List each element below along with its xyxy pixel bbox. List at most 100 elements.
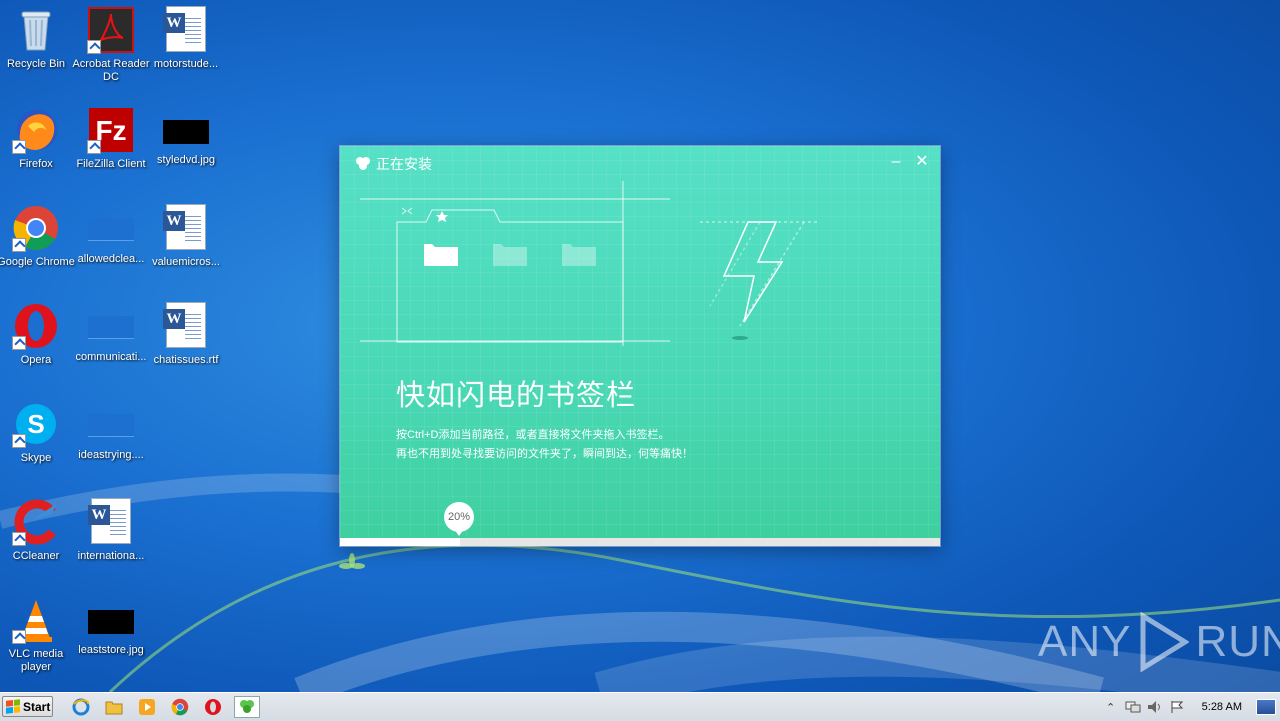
desktop-icon-filezilla[interactable]: Fz FileZilla Client [72, 106, 150, 171]
close-button[interactable]: ✕ [912, 152, 932, 172]
firefox-icon [12, 106, 60, 154]
installer-window: 正在安装 – ✕ 快如闪电的书签栏 按Ctrl+D添加当前路径，或者直接将文件夹… [340, 146, 940, 546]
desktop-icon-label: motorstude... [153, 58, 219, 70]
chrome-icon [12, 204, 60, 252]
description-line-1: 按Ctrl+D添加当前路径，或者直接将文件夹拖入书签栏。 [396, 429, 670, 441]
taskbar-chrome[interactable] [167, 696, 193, 718]
taskbar-installer[interactable] [234, 696, 260, 718]
desktop-icon-valuemicros[interactable]: W valuemicros... [147, 204, 225, 269]
network-icon[interactable] [1122, 696, 1144, 718]
desktop-icon-allowedclea[interactable]: allowedclea... [72, 204, 150, 266]
description-line-2: 再也不用到处寻找要访问的文件夹了，瞬间到达，何等痛快！ [396, 448, 693, 460]
shortcut-arrow-icon [12, 238, 26, 252]
clover-logo-icon [240, 700, 254, 713]
desktop-icon-vlc[interactable]: VLC media player [0, 596, 75, 674]
desktop-icon-label: ideastrying.... [78, 449, 144, 461]
desktop-icon-label: leaststore.jpg [78, 644, 144, 656]
desktop-icon-google-chrome[interactable]: Google Chrome [0, 204, 75, 269]
image-file-icon [88, 610, 134, 634]
shortcut-arrow-icon [87, 40, 101, 54]
lightning-icon [700, 221, 820, 327]
chrome-icon [171, 698, 189, 716]
action-center-flag-icon[interactable] [1166, 696, 1188, 718]
desktop-icon-leaststore[interactable]: leaststore.jpg [72, 596, 150, 657]
desktop-icon-label: chatissues.rtf [153, 354, 219, 366]
folder-icon [105, 701, 123, 715]
watermark-left: ANY [1038, 617, 1132, 666]
taskbar-opera[interactable] [200, 696, 226, 718]
desktop-icon-label: styledvd.jpg [156, 154, 216, 166]
image-file-icon [88, 316, 134, 339]
desktop-icon-label: Google Chrome [0, 256, 75, 268]
skype-icon: S [12, 400, 60, 448]
start-label: Start [23, 699, 51, 714]
desktop-icon-styledvd[interactable]: styledvd.jpg [147, 106, 225, 167]
desktop-icon-label: VLC media player [8, 648, 64, 673]
desktop-icon-label: Acrobat Reader DC [72, 58, 150, 83]
illustration-folder-window [360, 181, 820, 346]
desktop-icon-internationa[interactable]: W internationa... [72, 498, 150, 563]
desktop-icon-label: Recycle Bin [6, 58, 66, 70]
desktop-icon-chatissues[interactable]: W chatissues.rtf [147, 302, 225, 367]
recycle-bin-icon [12, 6, 60, 54]
taskbar-clock[interactable]: 5:28 AM [1202, 701, 1242, 713]
desktop-icon-communicati[interactable]: communicati... [72, 302, 150, 364]
taskbar-media-player[interactable] [134, 696, 160, 718]
desktop-icon-label: internationa... [77, 550, 145, 562]
desktop-icon-opera[interactable]: Opera [0, 302, 75, 367]
svg-text:S: S [27, 409, 44, 439]
word-document-icon: W [162, 6, 210, 54]
desktop-icon-label: allowedclea... [77, 253, 145, 265]
progress-bar [340, 538, 940, 546]
desktop-icon-label: FileZilla Client [76, 158, 146, 170]
desktop-icon-firefox[interactable]: Firefox [0, 106, 75, 171]
ccleaner-icon [12, 498, 60, 546]
star-icon [436, 211, 448, 222]
desktop-icon-label: CCleaner [12, 550, 60, 562]
clover-logo-icon [356, 157, 370, 170]
desktop-icon-acrobat[interactable]: Acrobat Reader DC [72, 6, 150, 84]
opera-icon [205, 699, 221, 715]
installer-headline: 快如闪电的书签栏 [396, 380, 637, 412]
progress-percent-bubble: 20% [444, 502, 474, 536]
taskbar-internet-explorer[interactable] [68, 696, 94, 718]
word-document-icon: W [162, 204, 210, 252]
start-button[interactable]: Start [2, 696, 53, 717]
shortcut-arrow-icon [12, 336, 26, 350]
windows-logo-icon [6, 699, 20, 714]
system-tray: ⌃ 5:28 AM [1100, 693, 1280, 721]
opera-icon [12, 302, 60, 350]
progress-bar-fill [340, 538, 460, 546]
filezilla-icon: Fz [87, 106, 135, 154]
word-document-icon: W [162, 302, 210, 350]
desktop-icon-label: Opera [20, 354, 52, 366]
acrobat-icon [87, 6, 135, 54]
show-desktop-button[interactable] [1256, 699, 1276, 715]
desktop-icon-recycle-bin[interactable]: Recycle Bin [0, 6, 75, 71]
image-file-icon [88, 414, 134, 437]
taskbar-explorer[interactable] [101, 696, 127, 718]
installer-title-bar: 正在安装 [354, 154, 432, 174]
installer-description: 按Ctrl+D添加当前路径，或者直接将文件夹拖入书签栏。 再也不用到处寻找要访问… [396, 426, 693, 464]
installer-title: 正在安装 [376, 156, 432, 172]
anyrun-watermark: ANY RUN [1038, 612, 1280, 672]
desktop-icon-skype[interactable]: S Skype [0, 400, 75, 465]
shortcut-arrow-icon [12, 140, 26, 154]
show-hidden-icons-button[interactable]: ⌃ [1100, 696, 1122, 718]
internet-explorer-icon [72, 698, 90, 716]
vlc-cone-icon [12, 596, 60, 644]
desktop-icon-label: Firefox [19, 158, 53, 170]
image-file-icon [88, 218, 134, 241]
volume-icon[interactable] [1144, 696, 1166, 718]
folder-icons [424, 244, 596, 266]
shortcut-arrow-icon [12, 630, 26, 644]
media-player-icon [139, 699, 155, 715]
desktop-icon-ccleaner[interactable]: CCleaner [0, 498, 75, 563]
shortcut-arrow-icon [87, 140, 101, 154]
desktop-icon-label: valuemicros... [152, 256, 220, 268]
desktop-icon-ideastrying[interactable]: ideastrying.... [72, 400, 150, 462]
minimize-button[interactable]: – [886, 152, 906, 172]
desktop-icon-motorstude[interactable]: W motorstude... [147, 6, 225, 71]
word-document-icon: W [87, 498, 135, 546]
taskbar: Start ⌃ 5:28 AM [0, 692, 1280, 721]
